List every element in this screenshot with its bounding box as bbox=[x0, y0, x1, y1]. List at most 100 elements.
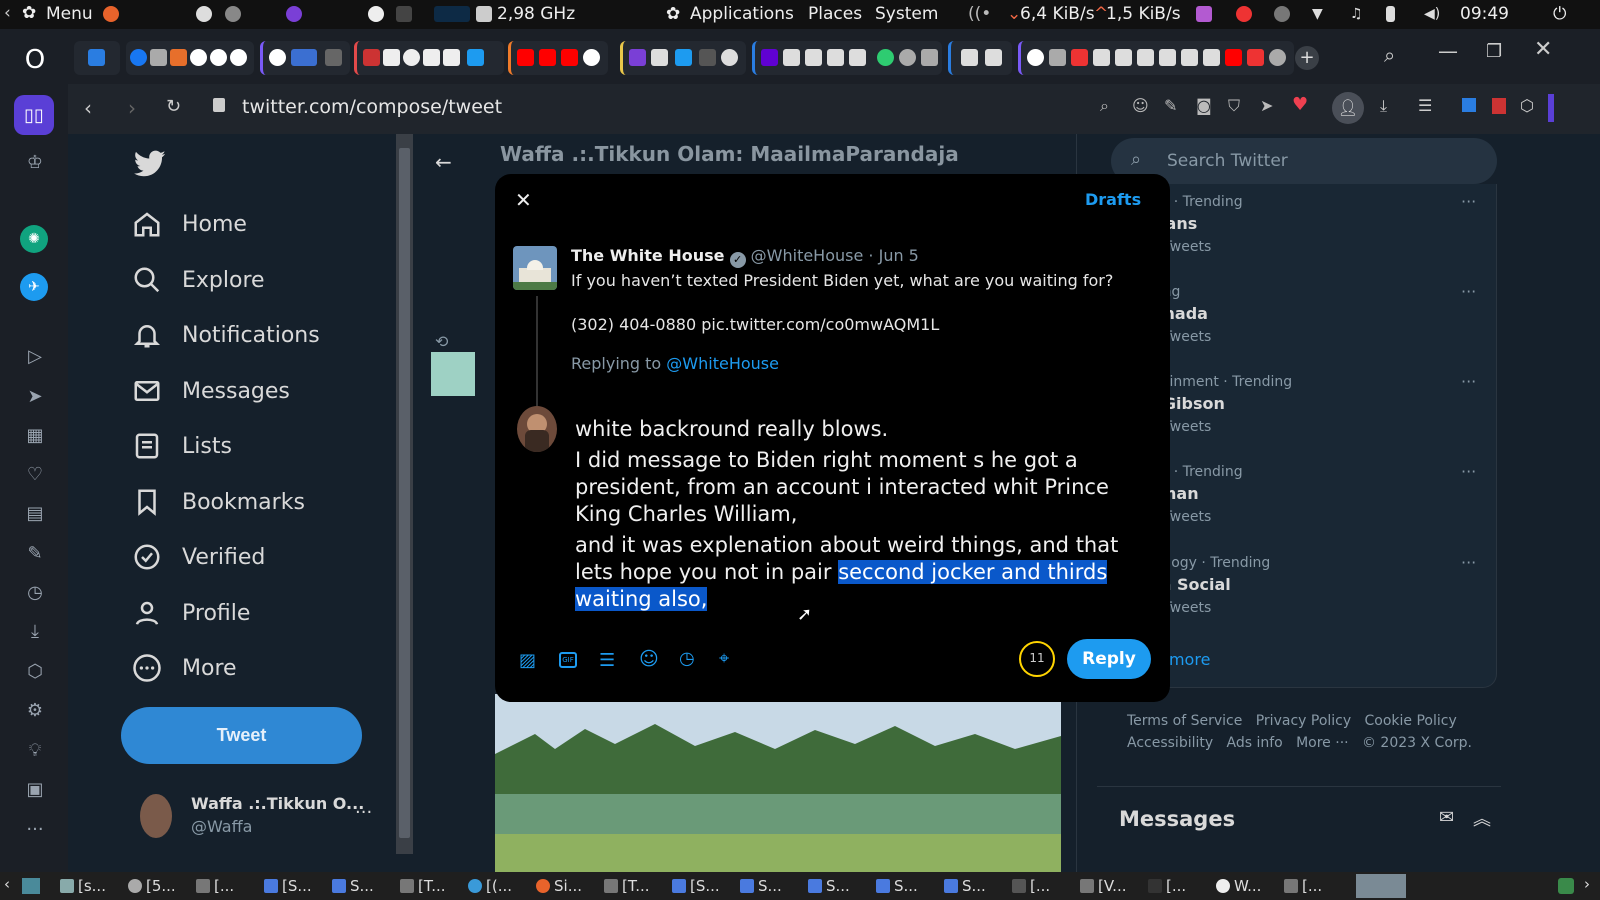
tab-search-icon[interactable]: ⌕ bbox=[1384, 43, 1395, 67]
tab-favicon-icon[interactable] bbox=[363, 49, 380, 66]
tab-favicon-icon[interactable] bbox=[1071, 49, 1088, 66]
footer-privacy[interactable]: Privacy Policy bbox=[1256, 713, 1351, 729]
tab-group-4[interactable] bbox=[354, 41, 504, 75]
tab-favicon-icon[interactable] bbox=[88, 49, 105, 66]
poll-icon[interactable]: ☰ bbox=[599, 650, 615, 671]
doc-tab-icon[interactable] bbox=[783, 49, 800, 66]
applications-menu[interactable]: Applications bbox=[690, 4, 794, 24]
forward-icon[interactable]: › bbox=[128, 96, 136, 120]
trend-more-dots-icon[interactable]: ··· bbox=[1461, 192, 1476, 211]
footer-ads-info[interactable]: Ads info bbox=[1227, 735, 1283, 751]
play-tab-icon[interactable] bbox=[877, 49, 894, 66]
doc-tab-icon[interactable] bbox=[827, 49, 844, 66]
player-icon[interactable]: ▷ bbox=[20, 341, 50, 371]
close-window-icon[interactable]: ✕ bbox=[1534, 37, 1552, 62]
taskbar-item[interactable]: S... bbox=[740, 877, 782, 895]
reader-icon[interactable]: ▯▯ bbox=[14, 95, 54, 135]
tab-favicon-icon[interactable] bbox=[325, 49, 342, 66]
youtube-tab-icon[interactable] bbox=[561, 49, 578, 66]
google-tab-icon[interactable] bbox=[269, 49, 286, 66]
new-message-icon[interactable]: ✉ bbox=[1439, 807, 1454, 828]
tray-app-icon[interactable] bbox=[1196, 6, 1212, 22]
google-tab-icon[interactable] bbox=[583, 49, 600, 66]
tab-group-5[interactable] bbox=[508, 41, 608, 75]
google-tab-icon[interactable] bbox=[190, 49, 207, 66]
download-icon[interactable]: ⤓ bbox=[1380, 96, 1387, 116]
sidebar-toggle[interactable] bbox=[1548, 94, 1554, 122]
places-menu[interactable]: Places bbox=[808, 4, 862, 24]
trend-more-dots-icon[interactable]: ··· bbox=[1461, 282, 1476, 301]
lightbulb-icon[interactable]: 💡︎ bbox=[20, 735, 50, 765]
original-date[interactable]: · Jun 5 bbox=[868, 246, 918, 265]
taskbar-item[interactable]: [S... bbox=[672, 877, 720, 895]
doc-tab-icon[interactable] bbox=[961, 49, 978, 66]
footer-more[interactable]: More ··· bbox=[1296, 735, 1349, 751]
taskbar-item[interactable]: [... bbox=[196, 877, 234, 895]
taskbar-item[interactable]: S... bbox=[876, 877, 918, 895]
nav-bookmarks[interactable]: Bookmarks bbox=[132, 482, 305, 522]
trash-icon[interactable] bbox=[1558, 878, 1574, 894]
tab-favicon-icon[interactable] bbox=[150, 49, 167, 66]
extension-counter-icon[interactable] bbox=[1492, 98, 1506, 114]
medium-tab-icon[interactable] bbox=[403, 49, 420, 66]
schedule-icon[interactable]: ◷ bbox=[679, 648, 695, 669]
nav-verified[interactable]: Verified bbox=[132, 537, 265, 577]
menu-button[interactable]: Menu bbox=[46, 4, 93, 24]
chatgpt-icon[interactable]: ✺ bbox=[20, 225, 48, 253]
twitter-logo-icon[interactable] bbox=[134, 150, 166, 178]
system-menu[interactable]: System bbox=[875, 4, 938, 24]
globe-tab-icon[interactable] bbox=[721, 49, 738, 66]
doc-tab-icon[interactable] bbox=[849, 49, 866, 66]
taskbar-left-arrow-icon[interactable]: ‹ bbox=[4, 875, 10, 893]
workspaces-icon[interactable]: ▦ bbox=[20, 420, 50, 450]
original-author[interactable]: The White House bbox=[571, 246, 724, 265]
heart-icon[interactable]: ♡ bbox=[20, 459, 50, 489]
firefox-icon[interactable] bbox=[103, 6, 119, 22]
download-tab-icon[interactable] bbox=[921, 49, 938, 66]
google-tab-icon[interactable] bbox=[230, 49, 247, 66]
taskbar-item[interactable]: [... bbox=[1284, 877, 1322, 895]
taskbar-item[interactable]: [(... bbox=[468, 877, 512, 895]
user-avatar[interactable] bbox=[517, 406, 557, 452]
heart-bookmark-icon[interactable]: ♥ bbox=[1292, 94, 1308, 115]
whitehouse-avatar[interactable] bbox=[513, 246, 557, 290]
wikipedia-tab-icon[interactable] bbox=[383, 49, 400, 66]
menu-logo-icon[interactable]: ✿ bbox=[22, 3, 36, 23]
search-placeholder[interactable]: Search Twitter bbox=[1167, 151, 1288, 171]
nav-lists[interactable]: Lists bbox=[132, 426, 232, 466]
account-name[interactable]: Waffa .:.Tikkun O... bbox=[191, 794, 364, 813]
doc-tab-icon[interactable] bbox=[1159, 49, 1176, 66]
url-field[interactable]: twitter.com/compose/tweet bbox=[242, 96, 502, 118]
media-icon[interactable]: ▨ bbox=[519, 650, 536, 671]
tab-favicon-icon[interactable] bbox=[1049, 49, 1066, 66]
footer-cookie[interactable]: Cookie Policy bbox=[1365, 713, 1457, 729]
show-desktop-icon[interactable] bbox=[22, 878, 40, 894]
rt-tab-icon[interactable] bbox=[291, 49, 317, 66]
scrollbar-thumb[interactable] bbox=[399, 148, 410, 838]
gif-icon[interactable]: GIF bbox=[559, 652, 577, 668]
footer-terms[interactable]: Terms of Service bbox=[1127, 713, 1242, 729]
nav-messages[interactable]: Messages bbox=[132, 371, 290, 411]
taskbar-item[interactable]: W... bbox=[1216, 877, 1261, 895]
app-a-icon[interactable] bbox=[196, 6, 212, 22]
location-icon[interactable]: ⌖ bbox=[719, 648, 729, 669]
tab-favicon-icon[interactable] bbox=[170, 49, 187, 66]
doc-tab-icon[interactable] bbox=[805, 49, 822, 66]
snapshot-edit-icon[interactable]: ✎ bbox=[1164, 96, 1177, 115]
lock-icon[interactable] bbox=[213, 98, 225, 112]
crown-icon[interactable]: ♔ bbox=[20, 147, 50, 177]
edit-icon[interactable]: ✎ bbox=[20, 538, 50, 568]
taskbar-item[interactable]: [V... bbox=[1080, 877, 1126, 895]
messages-dock[interactable]: Messages ✉ ︽ bbox=[1097, 786, 1501, 872]
reload-icon[interactable]: ↻ bbox=[166, 96, 181, 117]
downloads-icon[interactable]: ⤓ bbox=[20, 616, 50, 646]
wikipedia-tab-icon[interactable] bbox=[443, 49, 460, 66]
cube-icon[interactable]: ⬡ bbox=[20, 656, 50, 686]
youtube-tab-icon[interactable] bbox=[517, 49, 534, 66]
tab-group-2[interactable] bbox=[126, 41, 254, 75]
history-icon[interactable]: ◷ bbox=[20, 577, 50, 607]
taskbar-item[interactable]: Si... bbox=[536, 877, 582, 895]
trend-more-dots-icon[interactable]: ··· bbox=[1461, 553, 1476, 572]
minimize-icon[interactable]: — bbox=[1438, 39, 1458, 63]
doc-tab-icon[interactable] bbox=[1093, 49, 1110, 66]
